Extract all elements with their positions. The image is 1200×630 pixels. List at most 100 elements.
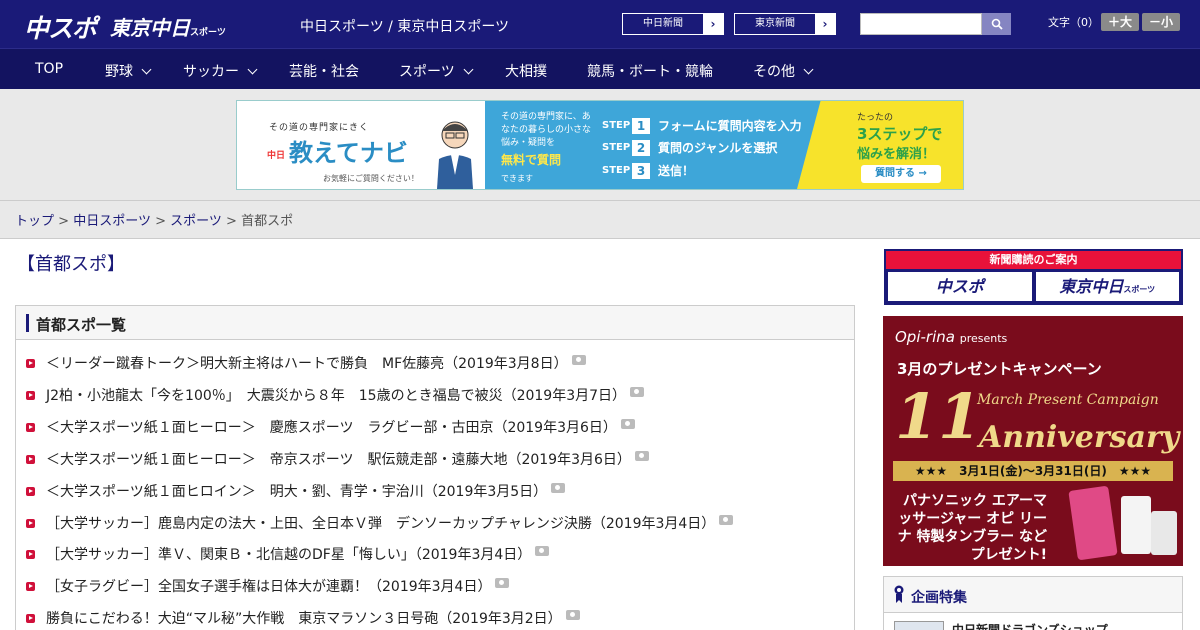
feature-title: 企画特集: [911, 590, 967, 606]
subscribe-chuspo-link[interactable]: 中スポ: [888, 272, 1032, 301]
opirina-promo-ad[interactable]: Opi-rina presents 3月のプレゼントキャンペーン 11 Marc…: [883, 316, 1183, 566]
article-title[interactable]: ［女子ラグビー］全国女子選手権は日体大が連覇！（2019年3月4日）: [46, 576, 491, 596]
banner-right-panel: たったの 3ステップで 悩みを解消！ 質問する →: [797, 101, 963, 189]
nav-item-other[interactable]: その他: [753, 61, 814, 81]
breadcrumb-separator: >: [226, 214, 237, 229]
article-title[interactable]: ＜大学スポーツ紙１面ヒーロー＞ 慶應スポーツ ラグビー部・古田京（2019年3月…: [46, 417, 617, 437]
tokyo-logo-sub: スポーツ: [190, 28, 226, 38]
banner-description: その道の専門家に、あなたの暮らしの小さな悩み・疑問を: [501, 112, 592, 148]
banner-dekimasu: できます: [501, 174, 533, 183]
search-input[interactable]: [860, 13, 982, 35]
chunichi-shimbun-link[interactable]: 中日新聞 ›: [622, 13, 724, 35]
search-icon: [991, 18, 1003, 30]
article-list-header: 首都スポ一覧: [16, 306, 854, 340]
tumbler-image: [1151, 511, 1177, 555]
step-text: 送信！: [658, 164, 695, 178]
list-item[interactable]: 勝負にこだわる！大迫“マル秘”大作戦 東京マラソン３日号砲（2019年3月2日）: [26, 608, 580, 628]
step-number: 1: [632, 117, 650, 134]
bullet-icon: [26, 581, 35, 591]
nav-label: その他: [753, 64, 795, 80]
bullet-icon: [26, 358, 35, 368]
step-word: STEP: [602, 165, 631, 176]
nav-label: 大相撲: [505, 64, 547, 80]
search-button[interactable]: [982, 13, 1011, 35]
list-item[interactable]: ［大学サッカー］鹿島内定の法大・上田、全日本Ｖ弾 デンソーカップチャレンジ決勝（…: [26, 513, 734, 533]
font-smaller-button[interactable]: －小: [1142, 13, 1180, 31]
tokyo-shimbun-label: 東京新聞: [755, 18, 795, 29]
bullet-icon: [26, 454, 35, 464]
nav-label: TOP: [35, 61, 64, 77]
step-word: STEP: [602, 120, 631, 131]
font-bigger-button[interactable]: ＋大: [1101, 13, 1139, 31]
feature-box: 企画特集 中日新聞ドラゴンズショップ: [883, 576, 1183, 630]
nav-item-baseball[interactable]: 野球: [105, 61, 152, 81]
tokyo-shimbun-link[interactable]: 東京新聞 ›: [734, 13, 836, 35]
breadcrumb-link-top[interactable]: トップ: [15, 214, 54, 229]
breadcrumb: トップ > 中日スポーツ > スポーツ > 首都スポ: [15, 210, 293, 229]
banner-logo: 中日 教えてナビ: [267, 133, 408, 168]
banner-free-label: 無料で質問: [501, 153, 562, 167]
banner-left-panel: その道の専門家にきく 中日 教えてナビ お気軽にご質問ください！: [237, 101, 485, 189]
step-word: STEP: [602, 142, 631, 153]
article-title[interactable]: ［大学サッカー］鹿島内定の法大・上田、全日本Ｖ弾 デンソーカップチャレンジ決勝（…: [46, 513, 715, 533]
nav-item-keiba[interactable]: 競馬・ボート・競輪: [587, 61, 713, 81]
camera-icon: [551, 483, 566, 493]
banner-logo-prefix: 中日: [267, 150, 286, 161]
article-title[interactable]: ＜リーダー蹴春トーク＞明大新主将はハートで勝負 MF佐藤亮（2019年3月8日）: [46, 353, 568, 373]
oshiete-navi-banner[interactable]: その道の専門家にきく 中日 教えてナビ お気軽にご質問ください！ その道の専門家に…: [236, 100, 964, 190]
list-item[interactable]: ＜大学スポーツ紙１面ヒロイン＞ 明大・劉、青学・宇治川（2019年3月5日）: [26, 481, 566, 501]
feature-thumbnail: [894, 621, 944, 630]
nav-item-sumo[interactable]: 大相撲: [505, 61, 547, 81]
nav-item-soccer[interactable]: サッカー: [183, 61, 258, 81]
subscribe-tokyo-chunichi-link[interactable]: 東京中日スポーツ: [1035, 272, 1179, 301]
list-item[interactable]: ［大学サッカー］準Ｖ、関東Ｂ・北信越のDF星「悔しい」（2019年3月4日）: [26, 544, 550, 564]
banner-step-2: STEP 2 質問のジャンルを選択: [602, 139, 777, 156]
article-title[interactable]: ＜大学スポーツ紙１面ヒロイン＞ 明大・劉、青学・宇治川（2019年3月5日）: [46, 481, 547, 501]
promo-brand-name: Opi-rina: [895, 328, 955, 346]
breadcrumb-link-sports[interactable]: スポーツ: [170, 214, 222, 229]
banner-middle-panel: その道の専門家に、あなたの暮らしの小さな悩み・疑問を 無料で質問 できます ST…: [485, 101, 855, 189]
bullet-icon: [26, 549, 35, 559]
nav-label: 芸能・社会: [289, 64, 359, 80]
banner-ask-button[interactable]: 質問する →: [861, 165, 941, 183]
breadcrumb-link-chunichi-sports[interactable]: 中日スポーツ: [73, 214, 151, 229]
step-text: 質問のジャンルを選択: [658, 141, 778, 155]
step-number: 3: [632, 162, 650, 179]
tumbler-image: [1121, 496, 1151, 554]
breadcrumb-separator: >: [155, 214, 166, 229]
list-item[interactable]: ＜大学スポーツ紙１面ヒーロー＞ 慶應スポーツ ラグビー部・古田京（2019年3月…: [26, 417, 635, 437]
list-item[interactable]: ＜リーダー蹴春トーク＞明大新主将はハートで勝負 MF佐藤亮（2019年3月8日）: [26, 353, 586, 373]
banner-right-sub: 悩みを解消！: [857, 147, 936, 162]
nav-label: 野球: [105, 64, 133, 80]
site-title: 中日スポーツ / 東京中日スポーツ: [300, 19, 510, 35]
page-title: 【首都スポ】: [17, 254, 125, 275]
nav-item-top[interactable]: TOP: [35, 61, 63, 77]
list-item[interactable]: ＜大学スポーツ紙１面ヒーロー＞ 帝京スポーツ 駅伝競走部・遠藤大地（2019年3…: [26, 449, 649, 469]
tokyo-chunichi-logo[interactable]: 東京中日スポーツ: [110, 12, 226, 41]
article-title[interactable]: 勝負にこだわる！大迫“マル秘”大作戦 東京マラソン３日号砲（2019年3月2日）: [46, 608, 562, 628]
article-title[interactable]: ［大学サッカー］準Ｖ、関東Ｂ・北信越のDF星「悔しい」（2019年3月4日）: [46, 544, 531, 564]
subscribe-logo-text: 東京中日: [1059, 277, 1124, 296]
bullet-icon: [26, 518, 35, 528]
banner-step-3: STEP 3 送信！: [602, 162, 694, 179]
font-size-label: 文字（0）: [1048, 16, 1099, 29]
breadcrumb-current: 首都スポ: [241, 214, 294, 229]
chuspo-logo[interactable]: 中スポ: [24, 9, 97, 45]
divider: [0, 200, 1200, 201]
nav-item-entertainment[interactable]: 芸能・社会: [289, 61, 359, 81]
camera-icon: [535, 546, 550, 556]
feature-item[interactable]: 中日新聞ドラゴンズショップ: [894, 621, 1108, 630]
step-number: 2: [632, 139, 650, 156]
nav-item-sports[interactable]: スポーツ: [399, 61, 474, 81]
promo-headline: 3月のプレゼントキャンペーン: [897, 360, 1102, 378]
camera-icon: [620, 419, 635, 429]
list-item[interactable]: J2柏・小池龍太「今を100％」 大震災から８年 15歳のとき福島で被災（201…: [26, 385, 645, 405]
feature-item-title[interactable]: 中日新聞ドラゴンズショップ: [952, 621, 1108, 630]
promo-period: ★★★ 3月1日(金)〜3月31日(日) ★★★: [893, 461, 1173, 481]
camera-icon: [719, 515, 734, 525]
feature-header: 企画特集: [884, 577, 1182, 613]
bullet-icon: [26, 422, 35, 432]
article-title[interactable]: ＜大学スポーツ紙１面ヒーロー＞ 帝京スポーツ 駅伝競走部・遠藤大地（2019年3…: [46, 449, 631, 469]
article-title[interactable]: J2柏・小池龍太「今を100％」 大震災から８年 15歳のとき福島で被災（201…: [46, 385, 626, 405]
list-item[interactable]: ［女子ラグビー］全国女子選手権は日体大が連覇！（2019年3月4日）: [26, 576, 510, 596]
